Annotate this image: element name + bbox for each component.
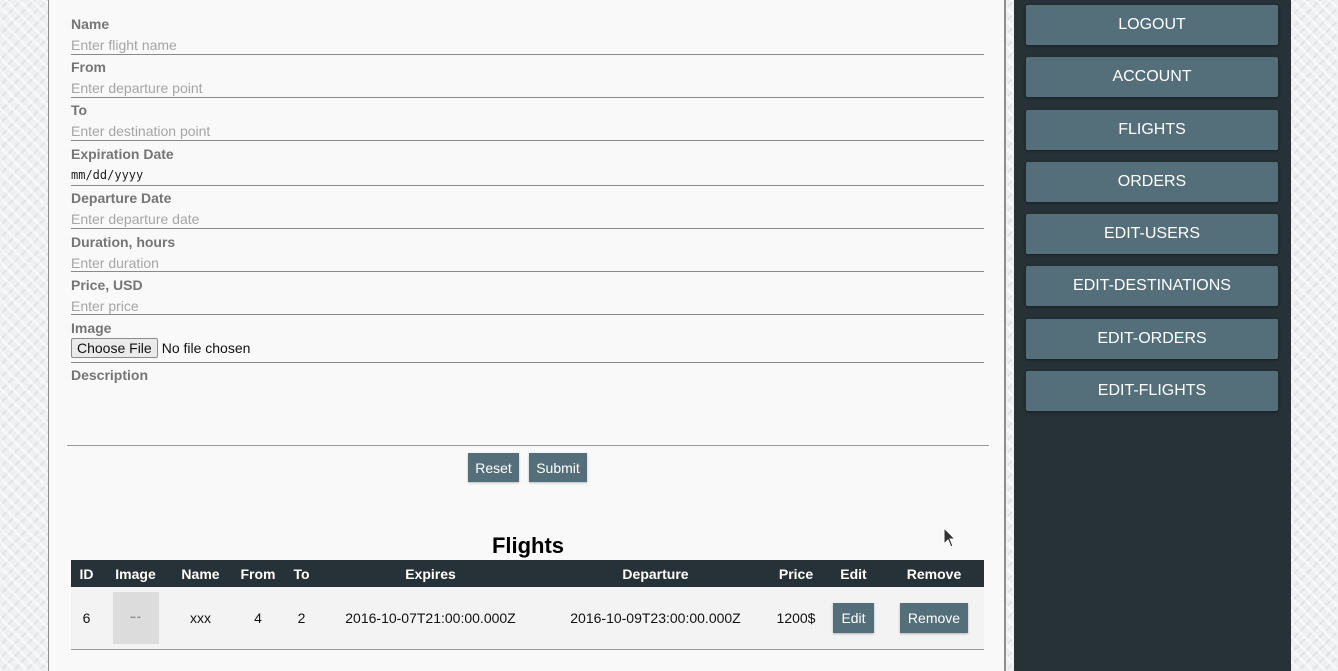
name-label: Name: [71, 16, 110, 32]
duration-label: Duration, hours: [71, 234, 176, 250]
image-label: Image: [71, 320, 112, 336]
from-input[interactable]: [71, 80, 971, 96]
name-field: Name: [71, 16, 984, 55]
to-input[interactable]: [71, 123, 971, 139]
column-header-price: Price: [769, 560, 823, 587]
reset-button[interactable]: Reset: [468, 453, 519, 482]
column-header-to: To: [284, 560, 319, 587]
remove-button[interactable]: Remove: [899, 603, 969, 633]
duration-field: Duration, hours: [71, 234, 984, 272]
image-field: Image Choose File No file chosen: [71, 320, 984, 363]
file-status: No file chosen: [161, 340, 251, 356]
price-input[interactable]: [71, 298, 971, 314]
departure-date-input[interactable]: [71, 211, 971, 227]
cell-departure: 2016-10-09T23:00:00.000Z: [542, 587, 769, 650]
column-header-edit: Edit: [823, 560, 884, 587]
from-label: From: [71, 59, 106, 75]
price-label: Price, USD: [71, 277, 143, 293]
column-header-image: Image: [102, 560, 169, 587]
departure-date-field: Departure Date: [71, 190, 984, 229]
cell-image: ••• ••: [102, 587, 169, 650]
main-panel: Name From To Expiration Date Departure D…: [48, 0, 1006, 671]
cell-price: 1200$: [769, 587, 823, 650]
description-label: Description: [71, 367, 149, 383]
column-header-departure: Departure: [542, 560, 769, 587]
sidebar-item-edit-users[interactable]: EDIT-USERS: [1026, 214, 1278, 254]
submit-button[interactable]: Submit: [529, 453, 587, 482]
cell-expires: 2016-10-07T21:00:00.000Z: [319, 587, 542, 650]
cell-from: 4: [232, 587, 284, 650]
cell-remove: Remove: [884, 587, 984, 650]
cell-edit: Edit: [823, 587, 884, 650]
flights-title: Flights: [491, 533, 565, 558]
column-header-remove: Remove: [884, 560, 984, 587]
cell-id: 6: [71, 587, 102, 650]
description-field: Description: [71, 367, 984, 441]
form-divider: [67, 445, 989, 446]
column-header-name: Name: [169, 560, 232, 587]
choose-file-button[interactable]: Choose File: [71, 338, 158, 358]
column-header-from: From: [232, 560, 284, 587]
table-header-row: ID Image Name From To Expires Departure …: [71, 560, 984, 587]
sidebar-item-edit-orders[interactable]: EDIT-ORDERS: [1026, 319, 1278, 359]
column-header-expires: Expires: [319, 560, 542, 587]
table-row: 6 ••• •• xxx 4 2 2016-10-07T21:00:00.000…: [71, 587, 984, 650]
sidebar-item-edit-destinations[interactable]: EDIT-DESTINATIONS: [1026, 266, 1278, 306]
thumbnail-caption: ••• ••: [130, 615, 141, 621]
description-input[interactable]: [71, 387, 975, 441]
sidebar-item-orders[interactable]: ORDERS: [1026, 162, 1278, 202]
sidebar-item-logout[interactable]: LOGOUT: [1026, 5, 1278, 45]
cell-name: xxx: [169, 587, 232, 650]
file-picker: Choose File No file chosen: [71, 338, 250, 358]
sidebar: LOGOUT ACCOUNT FLIGHTS ORDERS EDIT-USERS…: [1014, 0, 1291, 671]
flight-thumbnail: ••• ••: [112, 592, 159, 644]
name-input[interactable]: [71, 37, 971, 53]
expiration-date-field: Expiration Date: [71, 146, 984, 186]
sidebar-item-account[interactable]: ACCOUNT: [1026, 57, 1278, 97]
sidebar-item-flights[interactable]: FLIGHTS: [1026, 110, 1278, 150]
expiration-date-label: Expiration Date: [71, 146, 174, 162]
departure-date-label: Departure Date: [71, 190, 172, 206]
edit-button[interactable]: Edit: [833, 603, 874, 633]
expiration-date-input[interactable]: [71, 168, 971, 182]
duration-input[interactable]: [71, 255, 971, 271]
flights-table: ID Image Name From To Expires Departure …: [71, 560, 984, 650]
to-label: To: [71, 102, 88, 118]
from-field: From: [71, 59, 984, 98]
mouse-pointer-icon: [943, 527, 957, 548]
to-field: To: [71, 102, 984, 141]
sidebar-item-edit-flights[interactable]: EDIT-FLIGHTS: [1026, 371, 1278, 411]
column-header-id: ID: [71, 560, 102, 587]
price-field: Price, USD: [71, 277, 984, 315]
cell-to: 2: [284, 587, 319, 650]
